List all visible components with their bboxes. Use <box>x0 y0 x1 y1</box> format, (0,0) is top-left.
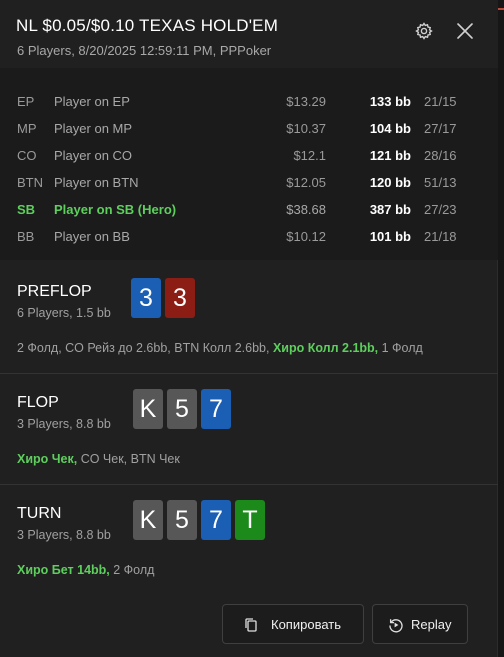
player-row: BTN Player on BTN $12.05 120 bb 51/13 <box>0 169 498 196</box>
street-actions: Хиро Бет 14bb, 2 Фолд <box>17 563 154 577</box>
player-position: SB <box>17 202 36 217</box>
hero-action: Хиро Чек, <box>17 452 78 466</box>
player-stats: 21/18 <box>424 229 457 244</box>
player-stack-bb: 104 bb <box>369 121 411 136</box>
player-row: BB Player on BB $10.12 101 bb 21/18 <box>0 223 498 250</box>
player-stack: $12.05 <box>286 175 326 190</box>
hand-title: NL $0.05/$0.10 TEXAS HOLD'EM <box>16 16 279 35</box>
card: 7 <box>201 500 231 540</box>
player-stats: 27/17 <box>424 121 457 136</box>
action-text: 2 Фолд <box>109 563 155 577</box>
hand-subtitle: 6 Players, 8/20/2025 12:59:11 PM, PPPoke… <box>17 43 272 58</box>
card: 7 <box>201 389 231 429</box>
hero-action: Хиро Колл 2.1bb, <box>272 341 379 355</box>
player-name: Player on CO <box>54 148 133 163</box>
window-edge <box>498 0 504 657</box>
street-info: 3 Players, 8.8 bb <box>17 528 111 542</box>
player-position: BTN <box>17 175 43 190</box>
player-stats: 21/15 <box>424 94 457 109</box>
header: NL $0.05/$0.10 TEXAS HOLD'EM 6 Players, … <box>0 0 498 68</box>
street-info: 3 Players, 8.8 bb <box>17 417 111 431</box>
players-table: EP Player on EP $13.29 133 bb 21/15 MP P… <box>0 68 498 260</box>
replay-button[interactable]: Replay <box>372 604 468 644</box>
card: K <box>133 389 163 429</box>
player-stack: $13.29 <box>286 94 326 109</box>
player-position: CO <box>17 148 37 163</box>
player-stats: 27/23 <box>424 202 457 217</box>
player-stack-bb: 121 bb <box>369 148 411 163</box>
gear-icon[interactable] <box>414 21 434 41</box>
player-position: BB <box>17 229 35 244</box>
hand-history-window: NL $0.05/$0.10 TEXAS HOLD'EM 6 Players, … <box>0 0 498 657</box>
street-name: TURN <box>17 505 62 522</box>
player-stack-bb: 101 bb <box>369 229 411 244</box>
window-edge-accent <box>498 8 504 10</box>
replay-icon <box>389 619 403 633</box>
player-stats: 28/16 <box>424 148 457 163</box>
player-row: MP Player on MP $10.37 104 bb 27/17 <box>0 115 498 142</box>
replay-button-label: Replay <box>411 617 452 632</box>
copy-button-label: Копировать <box>271 617 341 632</box>
player-stack: $38.68 <box>286 202 326 217</box>
street-turn: TURN 3 Players, 8.8 bb K 5 7 T Хиро Бет … <box>0 485 498 595</box>
player-row: EP Player on EP $13.29 133 bb 21/15 <box>0 88 498 115</box>
copy-icon <box>245 618 257 632</box>
street-flop: FLOP 3 Players, 8.8 bb K 5 7 Хиро Чек, C… <box>0 374 498 484</box>
player-name: Player on BTN <box>54 175 139 190</box>
card: 5 <box>167 500 197 540</box>
street-actions: 2 Фолд, CO Рейз до 2.6bb, BTN Колл 2.6bb… <box>17 341 423 355</box>
card: 5 <box>167 389 197 429</box>
player-stack-bb: 133 bb <box>369 94 411 109</box>
action-text: 1 Фолд <box>378 341 423 355</box>
copy-button[interactable]: Копировать <box>222 604 364 644</box>
player-name: Player on MP <box>54 121 133 136</box>
player-stack: $10.37 <box>286 121 326 136</box>
street-info: 6 Players, 1.5 bb <box>17 306 111 320</box>
player-position: EP <box>17 94 35 109</box>
action-text: 2 Фолд, CO Рейз до 2.6bb, BTN Колл 2.6bb… <box>17 341 273 355</box>
card: 3 <box>131 278 161 318</box>
player-name: Player on BB <box>54 229 130 244</box>
street-actions: Хиро Чек, CO Чек, BTN Чек <box>17 452 180 466</box>
action-text: CO Чек, BTN Чек <box>77 452 180 466</box>
street-preflop: PREFLOP 6 Players, 1.5 bb 3 3 2 Фолд, CO… <box>0 263 498 373</box>
player-stack-bb: 387 bb <box>369 202 411 217</box>
hero-action: Хиро Бет 14bb, <box>17 563 110 577</box>
street-name: PREFLOP <box>17 283 92 300</box>
player-row-hero: SB Player on SB (Hero) $38.68 387 bb 27/… <box>0 196 498 223</box>
player-stack: $10.12 <box>286 229 326 244</box>
player-stats: 51/13 <box>424 175 457 190</box>
player-row: CO Player on CO $12.1 121 bb 28/16 <box>0 142 498 169</box>
player-position: MP <box>17 121 37 136</box>
player-name: Player on EP <box>54 94 130 109</box>
card: 3 <box>165 278 195 318</box>
street-name: FLOP <box>17 394 59 411</box>
close-icon[interactable] <box>454 20 476 42</box>
player-stack: $12.1 <box>293 148 326 163</box>
card: K <box>133 500 163 540</box>
player-name: Player on SB (Hero) <box>54 202 177 217</box>
card: T <box>235 500 265 540</box>
player-stack-bb: 120 bb <box>369 175 411 190</box>
